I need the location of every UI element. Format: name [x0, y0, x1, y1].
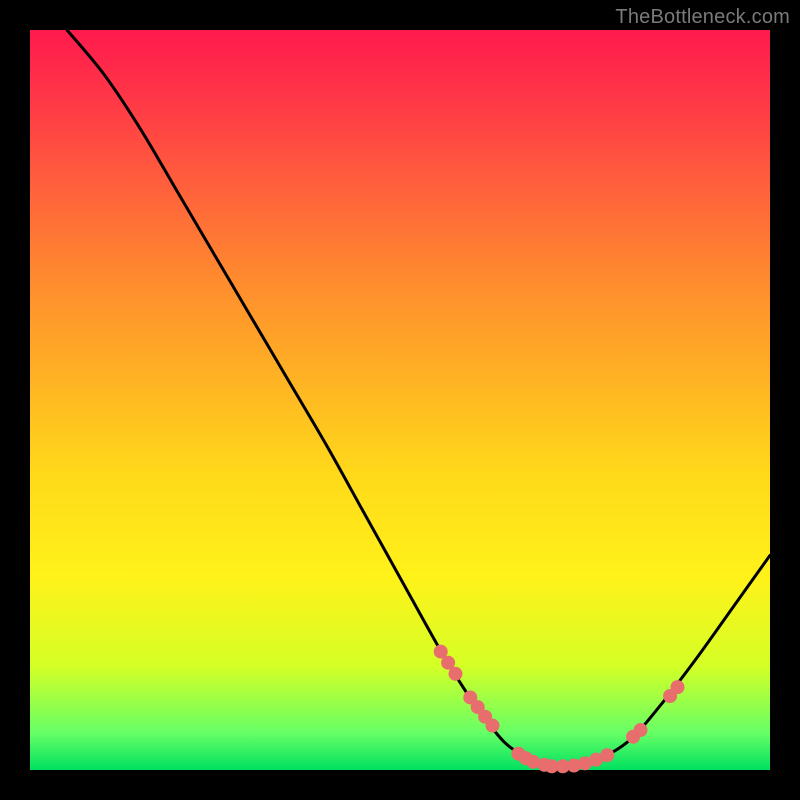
dots-layer — [434, 645, 685, 774]
chart-svg — [30, 30, 770, 770]
curve-layer — [67, 30, 770, 767]
highlight-dot — [449, 667, 463, 681]
highlight-dot — [486, 719, 500, 733]
highlight-dot — [600, 748, 614, 762]
chart-plot-area — [30, 30, 770, 770]
highlight-dot — [634, 723, 648, 737]
bottleneck-curve — [67, 30, 770, 767]
watermark-text: TheBottleneck.com — [615, 6, 790, 29]
highlight-dot — [671, 680, 685, 694]
